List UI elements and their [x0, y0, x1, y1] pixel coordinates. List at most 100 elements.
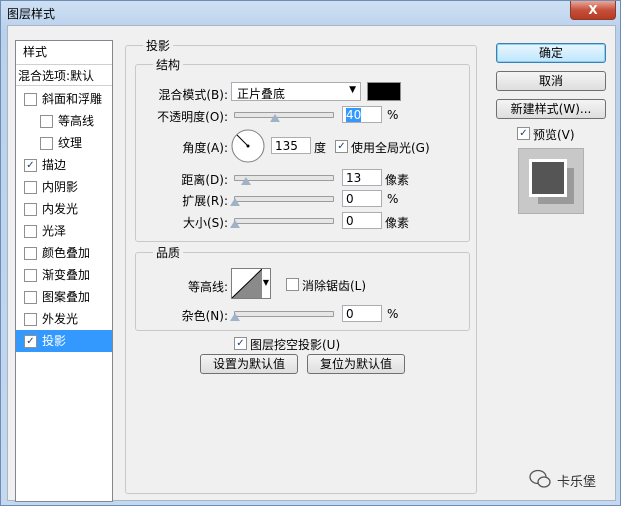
- style-item-label: 颜色叠加: [42, 246, 91, 260]
- styles-header[interactable]: 样式: [16, 41, 112, 63]
- contour-picker[interactable]: ▼: [231, 268, 271, 299]
- style-item-bevel-emboss[interactable]: 斜面和浮雕: [16, 88, 112, 110]
- spread-input[interactable]: 0: [342, 190, 382, 207]
- make-default-button[interactable]: 设置为默认值: [200, 354, 298, 374]
- antialias-checkbox[interactable]: [286, 278, 299, 291]
- cancel-button[interactable]: 取消: [496, 71, 606, 91]
- new-style-button[interactable]: 新建样式(W)...: [496, 99, 606, 119]
- style-item-label: 斜面和浮雕: [42, 92, 103, 106]
- style-item-label: 光泽: [42, 224, 67, 238]
- angle-dial[interactable]: [230, 128, 266, 164]
- size-slider-thumb[interactable]: [230, 220, 240, 228]
- spread-unit: %: [387, 192, 399, 206]
- global-light-checkbox[interactable]: ✓: [335, 140, 348, 153]
- knockout-label: 图层挖空投影(U): [250, 338, 341, 352]
- contour-checkbox[interactable]: [40, 115, 53, 128]
- style-item-label: 等高线: [58, 114, 95, 128]
- title-bar: 图层样式 X: [1, 1, 620, 23]
- size-slider[interactable]: [234, 218, 334, 224]
- inner-glow-checkbox[interactable]: [24, 203, 37, 216]
- style-item-label: 渐变叠加: [42, 268, 91, 282]
- style-item-color-overlay[interactable]: 颜色叠加: [16, 242, 112, 264]
- blend-mode-value: 正片叠底: [237, 87, 286, 101]
- chevron-down-icon: ▼: [349, 85, 356, 95]
- size-label: 大小(S):: [182, 216, 228, 230]
- preview-label: 预览(V): [533, 128, 575, 142]
- inner-shadow-checkbox[interactable]: [24, 181, 37, 194]
- noise-slider[interactable]: [234, 311, 334, 317]
- angle-unit: 度: [314, 141, 327, 155]
- preview-checkbox[interactable]: ✓: [517, 127, 530, 140]
- style-item-outer-glow[interactable]: 外发光: [16, 308, 112, 330]
- bevel-emboss-checkbox[interactable]: [24, 93, 37, 106]
- styles-list: 样式 混合选项:默认 斜面和浮雕 等高线 纹理 ✓ 描边 内阴影 内发光 光泽 …: [15, 40, 113, 502]
- noise-input[interactable]: 0: [342, 305, 382, 322]
- distance-slider-thumb[interactable]: [241, 177, 251, 185]
- angle-input[interactable]: 135: [271, 137, 311, 154]
- noise-slider-thumb[interactable]: [230, 313, 240, 321]
- style-item-inner-shadow[interactable]: 内阴影: [16, 176, 112, 198]
- blend-mode-select[interactable]: 正片叠底 ▼: [231, 82, 361, 101]
- pattern-overlay-checkbox[interactable]: [24, 291, 37, 304]
- color-overlay-checkbox[interactable]: [24, 247, 37, 260]
- size-unit: 像素: [385, 216, 410, 230]
- texture-checkbox[interactable]: [40, 137, 53, 150]
- style-item-label: 内阴影: [42, 180, 79, 194]
- spread-label: 扩展(R):: [182, 194, 228, 208]
- global-light-label: 使用全局光(G): [351, 141, 430, 155]
- blend-mode-label: 混合模式(B):: [158, 88, 228, 102]
- reset-default-button[interactable]: 复位为默认值: [307, 354, 405, 374]
- contour-label: 等高线:: [187, 280, 228, 294]
- style-preview-thumbnail: [518, 148, 584, 214]
- style-item-contour[interactable]: 等高线: [16, 110, 112, 132]
- style-item-stroke[interactable]: ✓ 描边: [16, 154, 112, 176]
- style-item-drop-shadow[interactable]: ✓ 投影: [16, 330, 112, 352]
- watermark-text: 卡乐堡: [557, 475, 597, 490]
- wechat-icon: [529, 469, 551, 488]
- drop-shadow-checkbox[interactable]: ✓: [24, 335, 37, 348]
- noise-label: 杂色(N):: [181, 309, 228, 323]
- drop-shadow-title: 投影: [143, 37, 174, 54]
- chevron-down-icon: ▼: [262, 278, 269, 287]
- knockout-checkbox[interactable]: ✓: [234, 337, 247, 350]
- style-item-satin[interactable]: 光泽: [16, 220, 112, 242]
- distance-input[interactable]: 13: [342, 169, 382, 186]
- preview-square: [529, 159, 567, 197]
- style-item-gradient-overlay[interactable]: 渐变叠加: [16, 264, 112, 286]
- style-item-label: 纹理: [58, 136, 83, 150]
- opacity-unit: %: [387, 108, 399, 122]
- close-button[interactable]: X: [570, 1, 616, 20]
- angle-label: 角度(A):: [182, 141, 228, 155]
- window-title: 图层样式: [7, 7, 56, 21]
- size-input[interactable]: 0: [342, 212, 382, 229]
- noise-unit: %: [387, 307, 399, 321]
- style-item-pattern-overlay[interactable]: 图案叠加: [16, 286, 112, 308]
- dialog-body: 样式 混合选项:默认 斜面和浮雕 等高线 纹理 ✓ 描边 内阴影 内发光 光泽 …: [7, 25, 616, 502]
- style-item-label: 内发光: [42, 202, 79, 216]
- stroke-checkbox[interactable]: ✓: [24, 159, 37, 172]
- shadow-color-swatch[interactable]: [367, 82, 401, 101]
- style-item-texture[interactable]: 纹理: [16, 132, 112, 154]
- opacity-value: 40: [346, 108, 362, 122]
- style-item-label: 描边: [42, 158, 67, 172]
- style-item-inner-glow[interactable]: 内发光: [16, 198, 112, 220]
- spread-slider-thumb[interactable]: [230, 198, 240, 206]
- distance-label: 距离(D):: [181, 173, 228, 187]
- style-item-label: 图案叠加: [42, 290, 91, 304]
- opacity-input[interactable]: 40: [342, 106, 382, 123]
- structure-title: 结构: [153, 56, 184, 73]
- antialias-label: 消除锯齿(L): [302, 279, 367, 293]
- blending-options-item[interactable]: 混合选项:默认: [16, 64, 112, 86]
- outer-glow-checkbox[interactable]: [24, 313, 37, 326]
- gradient-overlay-checkbox[interactable]: [24, 269, 37, 282]
- distance-unit: 像素: [385, 173, 410, 187]
- ok-button[interactable]: 确定: [496, 43, 606, 63]
- opacity-label: 不透明度(O):: [157, 110, 228, 124]
- spread-slider[interactable]: [234, 196, 334, 202]
- style-item-label: 外发光: [42, 312, 79, 326]
- quality-title: 品质: [153, 244, 184, 261]
- opacity-slider-thumb[interactable]: [270, 114, 280, 122]
- style-item-label: 投影: [42, 334, 67, 348]
- satin-checkbox[interactable]: [24, 225, 37, 238]
- opacity-slider[interactable]: [234, 112, 334, 118]
